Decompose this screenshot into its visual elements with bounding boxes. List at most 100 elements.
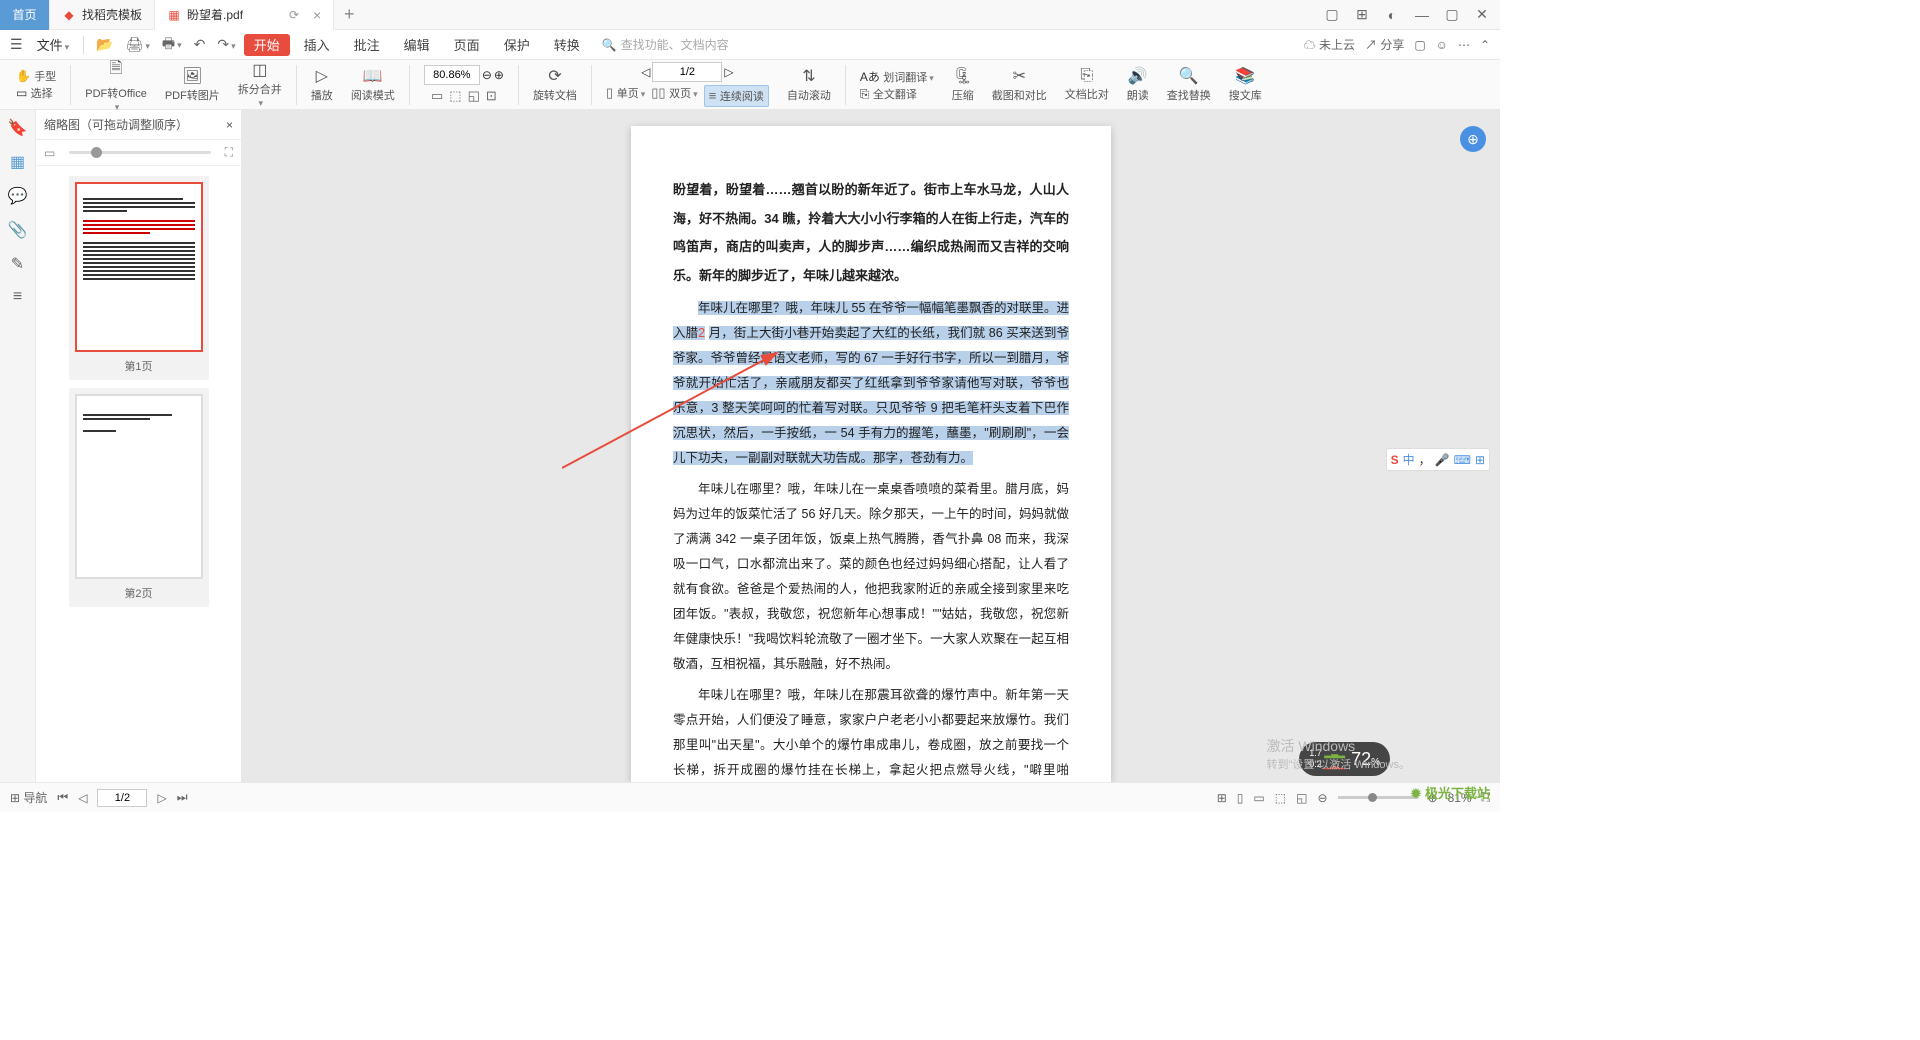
- view-mode-5[interactable]: ◱: [1296, 791, 1307, 805]
- view-mode-2[interactable]: ▯: [1237, 791, 1244, 805]
- float-tool-button[interactable]: ⊕: [1460, 126, 1486, 152]
- attachment-icon[interactable]: 📎: [8, 220, 28, 240]
- view-mode-1[interactable]: ⊞: [1217, 791, 1227, 805]
- play-button[interactable]: ▷播放: [305, 62, 339, 108]
- thumb-zoom-out[interactable]: ▭: [44, 146, 55, 160]
- view-mode-3[interactable]: ▭: [1253, 791, 1264, 805]
- auto-scroll[interactable]: ⇅自动滚动: [781, 62, 837, 108]
- minimize-icon[interactable]: —: [1414, 7, 1430, 23]
- word-trans[interactable]: Aあ 划词翻译: [860, 68, 934, 85]
- ime-lang[interactable]: 中: [1403, 451, 1415, 468]
- select-tool[interactable]: ▭ 选择: [16, 85, 53, 101]
- tab-home[interactable]: 首页: [0, 0, 50, 30]
- close-panel-icon[interactable]: ×: [226, 118, 233, 132]
- ime-voice-icon[interactable]: 🎤: [1435, 453, 1450, 467]
- thumbnail-page-1[interactable]: 第1页: [69, 176, 209, 380]
- ime-punct[interactable]: ，: [1419, 451, 1431, 468]
- read-aloud[interactable]: 🔊朗读: [1121, 62, 1155, 108]
- page-input[interactable]: [652, 62, 722, 82]
- tab-template[interactable]: ◆ 找稻壳模板: [50, 0, 155, 30]
- tab-label: 盼望着.pdf: [187, 6, 243, 23]
- continuous-read[interactable]: ≡ 连续阅读: [704, 85, 769, 107]
- next-page-icon[interactable]: ▷: [157, 791, 166, 805]
- file-menu[interactable]: 文件: [31, 35, 76, 54]
- pdf-to-office[interactable]: 🗎PDF转Office: [79, 62, 153, 108]
- split-merge[interactable]: ◫拆分合并: [232, 62, 288, 108]
- view-mode-4[interactable]: ⬚: [1275, 791, 1286, 805]
- screenshot-compare[interactable]: ✂截图和对比: [986, 62, 1053, 108]
- zoom-area-icon[interactable]: ⊡: [486, 88, 497, 104]
- zoom-in-icon[interactable]: ⊕: [494, 68, 504, 82]
- menu-start[interactable]: 开始: [244, 34, 290, 56]
- share-button[interactable]: ↗ 分享: [1365, 36, 1404, 53]
- menu-edit[interactable]: 编辑: [394, 30, 440, 60]
- document-area[interactable]: ⊕ 盼望着，盼望着……翘首以盼的新年近了。街市上车水马龙，人山人海，好不热闹。3…: [242, 110, 1500, 782]
- nav-toggle[interactable]: ⊞ 导航: [10, 789, 47, 806]
- zoom-out[interactable]: ⊖: [1317, 791, 1327, 805]
- grid-icon[interactable]: ⊞: [1354, 7, 1370, 23]
- double-page[interactable]: ▯▯ 双页: [651, 85, 697, 107]
- close-icon[interactable]: ×: [313, 7, 321, 23]
- fit-page-icon[interactable]: ⬚: [449, 88, 461, 104]
- page-number-input[interactable]: [97, 789, 147, 807]
- compress[interactable]: 🗜压缩: [946, 62, 980, 108]
- paragraph-1[interactable]: 盼望着，盼望着……翘首以盼的新年近了。街市上车水马龙，人山人海，好不热闹。34 …: [673, 176, 1069, 290]
- single-page[interactable]: ▯ 单页: [606, 85, 645, 107]
- zoom-slider[interactable]: [1338, 796, 1418, 799]
- text-compare[interactable]: ⎘文档比对: [1059, 62, 1115, 108]
- open-icon[interactable]: 📂: [92, 36, 117, 53]
- pdf-to-image[interactable]: 🖼PDF转图片: [159, 62, 226, 108]
- redo-icon[interactable]: ↷: [213, 36, 239, 53]
- fit-width-icon[interactable]: ▭: [431, 88, 443, 104]
- ime-bar[interactable]: S 中 ， 🎤 ⌨ ⊞: [1386, 448, 1490, 471]
- save-icon[interactable]: 🖨: [122, 36, 154, 53]
- expand-icon[interactable]: ⌃: [1480, 38, 1490, 52]
- cloud-status[interactable]: ☁ 未上云: [1304, 36, 1355, 53]
- settings-icon[interactable]: ▢: [1414, 38, 1425, 52]
- first-page-icon[interactable]: ⏮: [57, 790, 68, 805]
- paragraph-2[interactable]: 年味儿在哪里？哦，年味儿 55 在爷爷一幅幅笔墨飘香的对联里。进入腊2 月，街上…: [673, 296, 1069, 471]
- read-mode[interactable]: 📖阅读模式: [345, 62, 401, 108]
- actual-size-icon[interactable]: ◱: [468, 88, 480, 104]
- zoom-out-icon[interactable]: ⊖: [482, 68, 492, 82]
- prev-page-icon[interactable]: ◁: [641, 65, 650, 79]
- thumbnail-icon[interactable]: ▦: [10, 152, 25, 172]
- menu-page[interactable]: 页面: [444, 30, 490, 60]
- print-icon[interactable]: 🖶: [158, 33, 186, 57]
- thumb-zoom-in[interactable]: ⛶: [225, 145, 233, 160]
- search-box[interactable]: 🔍 查找功能、文档内容: [602, 36, 729, 53]
- menu-convert[interactable]: 转换: [544, 30, 590, 60]
- paragraph-4[interactable]: 年味儿在哪里？哦，年味儿在那震耳欲聋的爆竹声中。新年第一天零点开始，人们便没了睡…: [673, 683, 1069, 782]
- rotate-doc[interactable]: ⟳旋转文档: [527, 62, 583, 108]
- ime-keyboard-icon[interactable]: ⌨: [1454, 453, 1471, 467]
- full-trans[interactable]: ⎘ 全文翻译: [860, 86, 917, 102]
- menu-insert[interactable]: 插入: [294, 30, 340, 60]
- hamburger-icon[interactable]: ☰: [10, 36, 23, 53]
- undo-icon[interactable]: ↶: [190, 36, 210, 53]
- bookmark-icon[interactable]: 🔖: [8, 118, 28, 138]
- feedback-icon[interactable]: ☺: [1436, 38, 1448, 52]
- comment-icon[interactable]: 💬: [8, 186, 28, 206]
- layers-icon[interactable]: ≡: [13, 288, 22, 306]
- thumbnail-page-2[interactable]: 第2页: [69, 388, 209, 607]
- thumb-size-slider[interactable]: [69, 151, 210, 154]
- skin-icon[interactable]: ◐: [1384, 7, 1400, 23]
- next-page-icon[interactable]: ▷: [724, 65, 733, 79]
- ime-settings-icon[interactable]: ⊞: [1475, 453, 1485, 467]
- hand-tool[interactable]: ✋ 手型: [16, 68, 56, 84]
- search-library[interactable]: 📚搜文库: [1223, 62, 1268, 108]
- menu-review[interactable]: 批注: [344, 30, 390, 60]
- tab-document[interactable]: ▦ 盼望着.pdf ⟳ ×: [155, 0, 334, 30]
- close-window-icon[interactable]: ✕: [1474, 7, 1490, 23]
- signature-icon[interactable]: ✎: [11, 254, 24, 274]
- new-tab-button[interactable]: +: [334, 4, 364, 25]
- last-page-icon[interactable]: ⏭: [177, 790, 188, 805]
- more-icon[interactable]: ⋯: [1458, 38, 1470, 52]
- layout-icon[interactable]: ▢: [1324, 7, 1340, 23]
- prev-page-icon[interactable]: ◁: [78, 791, 87, 805]
- maximize-icon[interactable]: ▢: [1444, 7, 1460, 23]
- paragraph-3[interactable]: 年味儿在哪里？哦，年味儿在一桌桌香喷喷的菜肴里。腊月底，妈妈为过年的饭菜忙活了 …: [673, 477, 1069, 677]
- menu-protect[interactable]: 保护: [494, 30, 540, 60]
- find-replace[interactable]: 🔍查找替换: [1161, 62, 1217, 108]
- zoom-input[interactable]: [424, 65, 480, 85]
